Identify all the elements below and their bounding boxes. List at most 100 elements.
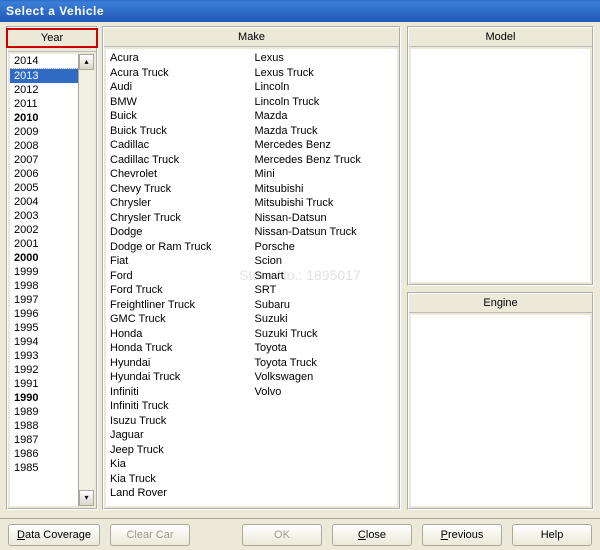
make-item[interactable]: Ford Truck [110, 283, 249, 298]
year-item[interactable]: 1988 [10, 419, 78, 433]
make-item[interactable]: Chrysler Truck [110, 211, 249, 226]
make-item[interactable]: Scion [255, 254, 394, 269]
make-item[interactable]: Lexus Truck [255, 66, 394, 81]
make-item[interactable]: Kia [110, 457, 249, 472]
make-item[interactable]: Mini [255, 167, 394, 182]
year-item[interactable]: 2008 [10, 139, 78, 153]
year-item[interactable]: 2011 [10, 97, 78, 111]
make-item[interactable]: Lexus [255, 51, 394, 66]
ok-button[interactable]: OK [242, 524, 322, 546]
year-list[interactable]: 2014201320122011201020092008200720062005… [10, 54, 78, 506]
previous-button[interactable]: Previous [422, 524, 502, 546]
make-item[interactable]: Buick [110, 109, 249, 124]
make-item[interactable]: Mazda [255, 109, 394, 124]
make-item[interactable]: Chrysler [110, 196, 249, 211]
make-item[interactable]: Suzuki [255, 312, 394, 327]
make-header: Make [104, 28, 399, 47]
make-item[interactable]: Kia Truck [110, 472, 249, 487]
make-item[interactable]: Land Rover [110, 486, 249, 501]
make-item[interactable]: Dodge [110, 225, 249, 240]
close-button[interactable]: Close [332, 524, 412, 546]
make-item[interactable]: Isuzu Truck [110, 414, 249, 429]
make-item[interactable]: Hyundai [110, 356, 249, 371]
year-item[interactable]: 1989 [10, 405, 78, 419]
year-item[interactable]: 1999 [10, 265, 78, 279]
year-item[interactable]: 2000 [10, 251, 78, 265]
engine-list[interactable] [411, 315, 590, 506]
make-item[interactable]: Chevy Truck [110, 182, 249, 197]
make-item[interactable]: Jeep Truck [110, 443, 249, 458]
make-item[interactable]: Nissan-Datsun Truck [255, 225, 394, 240]
scroll-down-button[interactable]: ▾ [79, 490, 94, 506]
scroll-up-button[interactable]: ▴ [79, 54, 94, 70]
make-item[interactable]: Buick Truck [110, 124, 249, 139]
make-item[interactable]: Toyota Truck [255, 356, 394, 371]
year-item[interactable]: 1998 [10, 279, 78, 293]
make-item[interactable]: Lincoln Truck [255, 95, 394, 110]
year-item[interactable]: 2012 [10, 83, 78, 97]
make-item[interactable]: Cadillac Truck [110, 153, 249, 168]
year-item[interactable]: 1987 [10, 433, 78, 447]
make-list[interactable]: AcuraAcura TruckAudiBMWBuickBuick TruckC… [106, 49, 397, 506]
year-item[interactable]: 1986 [10, 447, 78, 461]
make-item[interactable]: Jaguar [110, 428, 249, 443]
make-item[interactable]: BMW [110, 95, 249, 110]
make-item[interactable]: Mercedes Benz [255, 138, 394, 153]
make-item[interactable]: Infiniti Truck [110, 399, 249, 414]
make-item[interactable]: SRT [255, 283, 394, 298]
year-item[interactable]: 1991 [10, 377, 78, 391]
year-item[interactable]: 1990 [10, 391, 78, 405]
make-item[interactable]: Nissan-Datsun [255, 211, 394, 226]
make-item[interactable]: Mitsubishi [255, 182, 394, 197]
make-item[interactable]: Subaru [255, 298, 394, 313]
clear-car-button[interactable]: Clear Car [110, 524, 190, 546]
make-item[interactable]: Mazda Truck [255, 124, 394, 139]
make-item[interactable]: Audi [110, 80, 249, 95]
make-item[interactable]: Smart [255, 269, 394, 284]
year-item[interactable]: 1992 [10, 363, 78, 377]
make-item[interactable]: Toyota [255, 341, 394, 356]
make-item[interactable]: Infiniti [110, 385, 249, 400]
engine-panel: Engine [407, 292, 594, 510]
year-item[interactable]: 2014 [10, 54, 78, 69]
year-item[interactable]: 2002 [10, 223, 78, 237]
make-item[interactable]: GMC Truck [110, 312, 249, 327]
make-item[interactable]: Cadillac [110, 138, 249, 153]
year-item[interactable]: 1997 [10, 293, 78, 307]
make-item[interactable]: Hyundai Truck [110, 370, 249, 385]
model-list[interactable] [411, 49, 590, 282]
year-item[interactable]: 2009 [10, 125, 78, 139]
year-item[interactable]: 2001 [10, 237, 78, 251]
make-item[interactable]: Fiat [110, 254, 249, 269]
make-item[interactable]: Chevrolet [110, 167, 249, 182]
make-item[interactable]: Mitsubishi Truck [255, 196, 394, 211]
make-item[interactable]: Ford [110, 269, 249, 284]
scroll-track[interactable] [79, 70, 94, 490]
year-item[interactable]: 1993 [10, 349, 78, 363]
make-item[interactable]: Freightliner Truck [110, 298, 249, 313]
year-item[interactable]: 1995 [10, 321, 78, 335]
make-item[interactable]: Dodge or Ram Truck [110, 240, 249, 255]
year-item[interactable]: 2006 [10, 167, 78, 181]
make-item[interactable]: Acura [110, 51, 249, 66]
make-item[interactable]: Suzuki Truck [255, 327, 394, 342]
make-item[interactable]: Porsche [255, 240, 394, 255]
make-item[interactable]: Volkswagen [255, 370, 394, 385]
data-coverage-button[interactable]: Data Coverage [8, 524, 100, 546]
year-item[interactable]: 2005 [10, 181, 78, 195]
make-item[interactable]: Mercedes Benz Truck [255, 153, 394, 168]
year-item[interactable]: 2003 [10, 209, 78, 223]
make-item[interactable]: Honda [110, 327, 249, 342]
make-item[interactable]: Lincoln [255, 80, 394, 95]
year-item[interactable]: 2010 [10, 111, 78, 125]
year-item[interactable]: 2004 [10, 195, 78, 209]
year-item[interactable]: 1994 [10, 335, 78, 349]
make-item[interactable]: Acura Truck [110, 66, 249, 81]
year-item[interactable]: 1996 [10, 307, 78, 321]
year-item[interactable]: 2007 [10, 153, 78, 167]
make-item[interactable]: Volvo [255, 385, 394, 400]
year-item[interactable]: 1985 [10, 461, 78, 475]
make-item[interactable]: Honda Truck [110, 341, 249, 356]
year-item[interactable]: 2013 [10, 69, 78, 83]
help-button[interactable]: Help [512, 524, 592, 546]
